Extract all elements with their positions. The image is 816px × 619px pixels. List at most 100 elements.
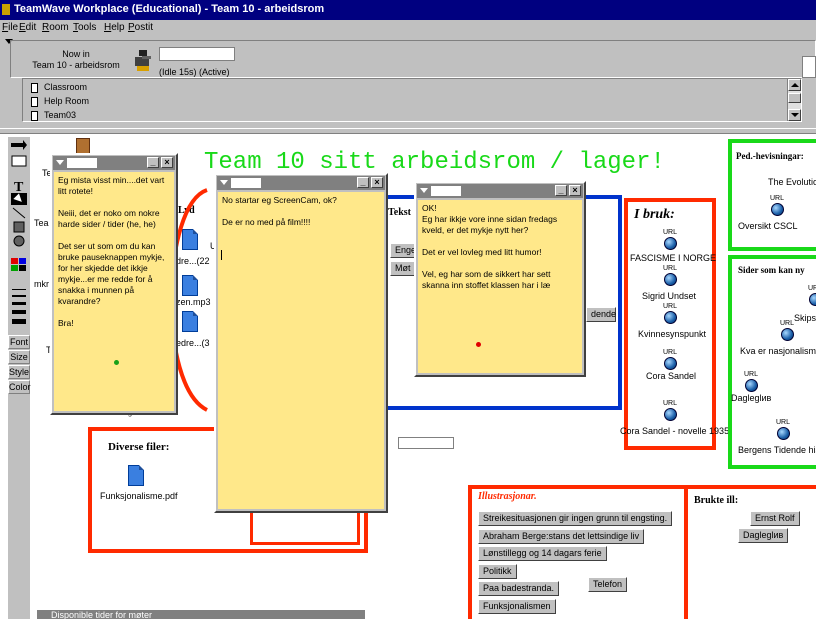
room-list[interactable]: Classroom Help Room Team03 <box>22 78 802 122</box>
note-menu-icon[interactable] <box>419 186 431 195</box>
minimize-icon[interactable]: _ <box>147 157 159 168</box>
postit-note-2[interactable]: _ × No startar eg ScreenCam, ok? De er n… <box>214 173 388 513</box>
globe-icon <box>744 379 758 392</box>
globe-icon <box>776 427 790 440</box>
i-bruk-heading: I bruk: <box>634 207 675 222</box>
room-item-help[interactable]: Help Room <box>31 96 89 110</box>
side-field[interactable] <box>802 56 816 78</box>
url-caption[interactable]: Sigrid Undset <box>642 291 696 301</box>
line-tool-icon[interactable] <box>10 207 28 219</box>
room-item-classroom[interactable]: Classroom <box>31 82 87 96</box>
pdf-file-icon[interactable] <box>128 465 144 486</box>
url-caption[interactable]: Dagleglив <box>731 393 771 403</box>
illustration-button[interactable]: Paa badestranda. <box>478 581 560 596</box>
note-name-field[interactable] <box>231 178 261 188</box>
note-title-bar[interactable]: _ × <box>217 176 385 190</box>
note-name-field[interactable] <box>431 186 461 196</box>
rectangle-tool-icon[interactable] <box>10 155 28 167</box>
close-icon[interactable]: × <box>161 157 173 168</box>
note-title-bar[interactable]: _ × <box>53 156 175 170</box>
postit-note-3[interactable]: _ × OK! Eg har ikkje vore inne sidan fre… <box>414 181 586 377</box>
menu-help[interactable]: Help <box>104 22 125 33</box>
url-link[interactable]: URL <box>655 265 685 286</box>
note-text[interactable]: OK! Eg har ikkje vore inne sidan fredags… <box>418 200 582 373</box>
whiteboard-canvas[interactable]: Team 10 sitt arbeidsrom / lager! Te Tea … <box>32 135 816 619</box>
app-icon <box>2 4 10 15</box>
font-button[interactable]: Font <box>8 335 30 349</box>
window-title-bar[interactable]: TeamWave Workplace (Educational) - Team … <box>0 0 816 20</box>
note-menu-icon[interactable] <box>219 178 231 187</box>
url-link[interactable]: URL <box>655 303 685 324</box>
note-name-field[interactable] <box>67 158 97 168</box>
text-cursor <box>221 250 222 260</box>
url-caption[interactable]: Kvinnesynspunkt <box>638 329 706 339</box>
url-link[interactable]: URL <box>768 419 798 440</box>
menu-postit[interactable]: Postit <box>128 22 153 33</box>
url-link[interactable]: URL <box>655 349 685 370</box>
url-link[interactable]: URL <box>655 400 685 421</box>
url-caption[interactable]: FASCISME I NORGE <box>630 253 716 263</box>
used-illustration-button[interactable]: Dagleglив <box>738 528 789 543</box>
illustration-button[interactable]: Streikesituasjonen gir ingen grunn til e… <box>478 511 673 526</box>
panel-splitter[interactable] <box>0 128 816 134</box>
url-caption[interactable]: Bergens Tidende his <box>738 445 816 455</box>
menu-edit[interactable]: Edit <box>19 22 36 33</box>
illustration-button[interactable]: Abraham Berge:stans det lettsindige liv <box>478 529 645 544</box>
text-tool-icon[interactable]: T <box>10 179 28 193</box>
note-menu-icon[interactable] <box>55 158 67 167</box>
file-label[interactable]: Funksjonalisme.pdf <box>100 491 178 501</box>
menu-file[interactable]: File <box>2 22 18 33</box>
illustration-button[interactable]: Lønstillegg og 14 dagars ferie <box>478 546 607 561</box>
note-text[interactable]: No startar eg ScreenCam, ok? De er no me… <box>218 192 384 509</box>
pointer-arrow-icon[interactable] <box>10 139 28 151</box>
globe-icon <box>663 408 677 421</box>
color-button[interactable]: Color <box>8 380 31 394</box>
close-icon[interactable]: × <box>569 185 581 196</box>
note-title-bar[interactable]: _ × <box>417 184 583 198</box>
url-caption[interactable]: Kva er nasjonalisme <box>740 346 816 356</box>
note-text[interactable]: Eg mista visst min....det vart litt rote… <box>54 172 174 411</box>
url-caption[interactable]: Cora Sandel - novelle 1935 <box>620 426 729 436</box>
minimize-icon[interactable]: _ <box>357 177 369 188</box>
close-icon[interactable]: × <box>371 177 383 188</box>
oval-tool-icon[interactable] <box>10 235 28 247</box>
user-avatar-icon[interactable] <box>133 48 153 72</box>
size-button[interactable]: Size <box>8 350 30 364</box>
url-link[interactable]: URL <box>762 195 792 216</box>
menu-tools[interactable]: Tools <box>73 22 96 33</box>
globe-icon <box>663 273 677 286</box>
url-link[interactable]: URL <box>655 229 685 250</box>
globe-icon <box>663 357 677 370</box>
used-illustration-button[interactable]: Ernst Rolf <box>750 511 800 526</box>
globe-icon <box>808 293 816 306</box>
scroll-thumb[interactable] <box>788 93 801 103</box>
minimized-window[interactable]: Disponible tider for møter <box>36 609 366 619</box>
select-arrow-icon[interactable] <box>10 193 28 205</box>
minimize-icon[interactable]: _ <box>555 185 567 196</box>
window-title: TeamWave Workplace (Educational) - Team … <box>14 3 325 15</box>
menu-room[interactable]: Room <box>42 22 69 33</box>
illustration-button[interactable]: Funksjonalismen <box>478 599 556 614</box>
illustration-button[interactable]: Telefon <box>588 577 628 592</box>
canvas-title: Team 10 sitt arbeidsrom / lager! <box>204 149 665 176</box>
text-input[interactable] <box>398 437 454 449</box>
room-item-team03[interactable]: Team03 <box>31 110 76 121</box>
filled-rect-tool-icon[interactable] <box>10 221 28 233</box>
cursor-dot <box>114 360 119 365</box>
scroll-up-icon[interactable] <box>788 79 801 91</box>
link-button[interactable]: dende <box>586 307 616 322</box>
line-width-icon[interactable] <box>10 287 28 327</box>
user-name-field[interactable] <box>159 47 235 61</box>
url-link[interactable]: URL <box>800 285 816 306</box>
color-palette-icon[interactable] <box>10 257 28 273</box>
room-list-scrollbar[interactable] <box>787 79 801 121</box>
url-caption[interactable]: Cora Sandel <box>646 371 696 381</box>
url-caption[interactable]: Oversikt CSCL <box>738 221 798 231</box>
url-link[interactable]: URL <box>736 371 766 392</box>
postit-note-1[interactable]: _ × Eg mista visst min....det vart litt … <box>50 153 178 415</box>
style-button[interactable]: Style <box>8 365 30 379</box>
url-link[interactable]: URL <box>772 320 802 341</box>
tool-palette: T Font Size Style Color <box>8 137 31 619</box>
scroll-down-icon[interactable] <box>788 109 801 121</box>
illustration-button[interactable]: Politikk <box>478 564 517 579</box>
